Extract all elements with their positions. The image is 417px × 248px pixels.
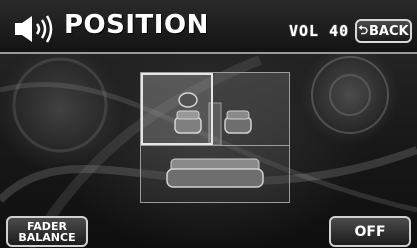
back-arrow-icon: ⮌ — [358, 22, 369, 37]
speaker-icon — [15, 15, 53, 43]
listening-position-map — [140, 72, 290, 203]
page-title: POSITION — [64, 10, 209, 40]
fader-balance-label-line1: FADER — [27, 219, 67, 233]
fader-balance-label-line2: BALANCE — [18, 230, 76, 244]
zone-front-left[interactable] — [141, 73, 213, 145]
volume-indicator: VOL 40 — [289, 22, 350, 40]
zone-front-right[interactable] — [213, 73, 289, 145]
off-button-label: OFF — [354, 223, 386, 240]
back-button-label: BACK — [369, 23, 409, 39]
off-button[interactable]: OFF — [329, 216, 411, 247]
back-button[interactable]: ⮌ BACK — [355, 19, 412, 43]
fader-balance-button[interactable]: FADER BALANCE — [6, 216, 88, 247]
header-bar: POSITION VOL 40 ⮌ BACK — [0, 0, 417, 54]
zone-rear[interactable] — [141, 145, 289, 202]
